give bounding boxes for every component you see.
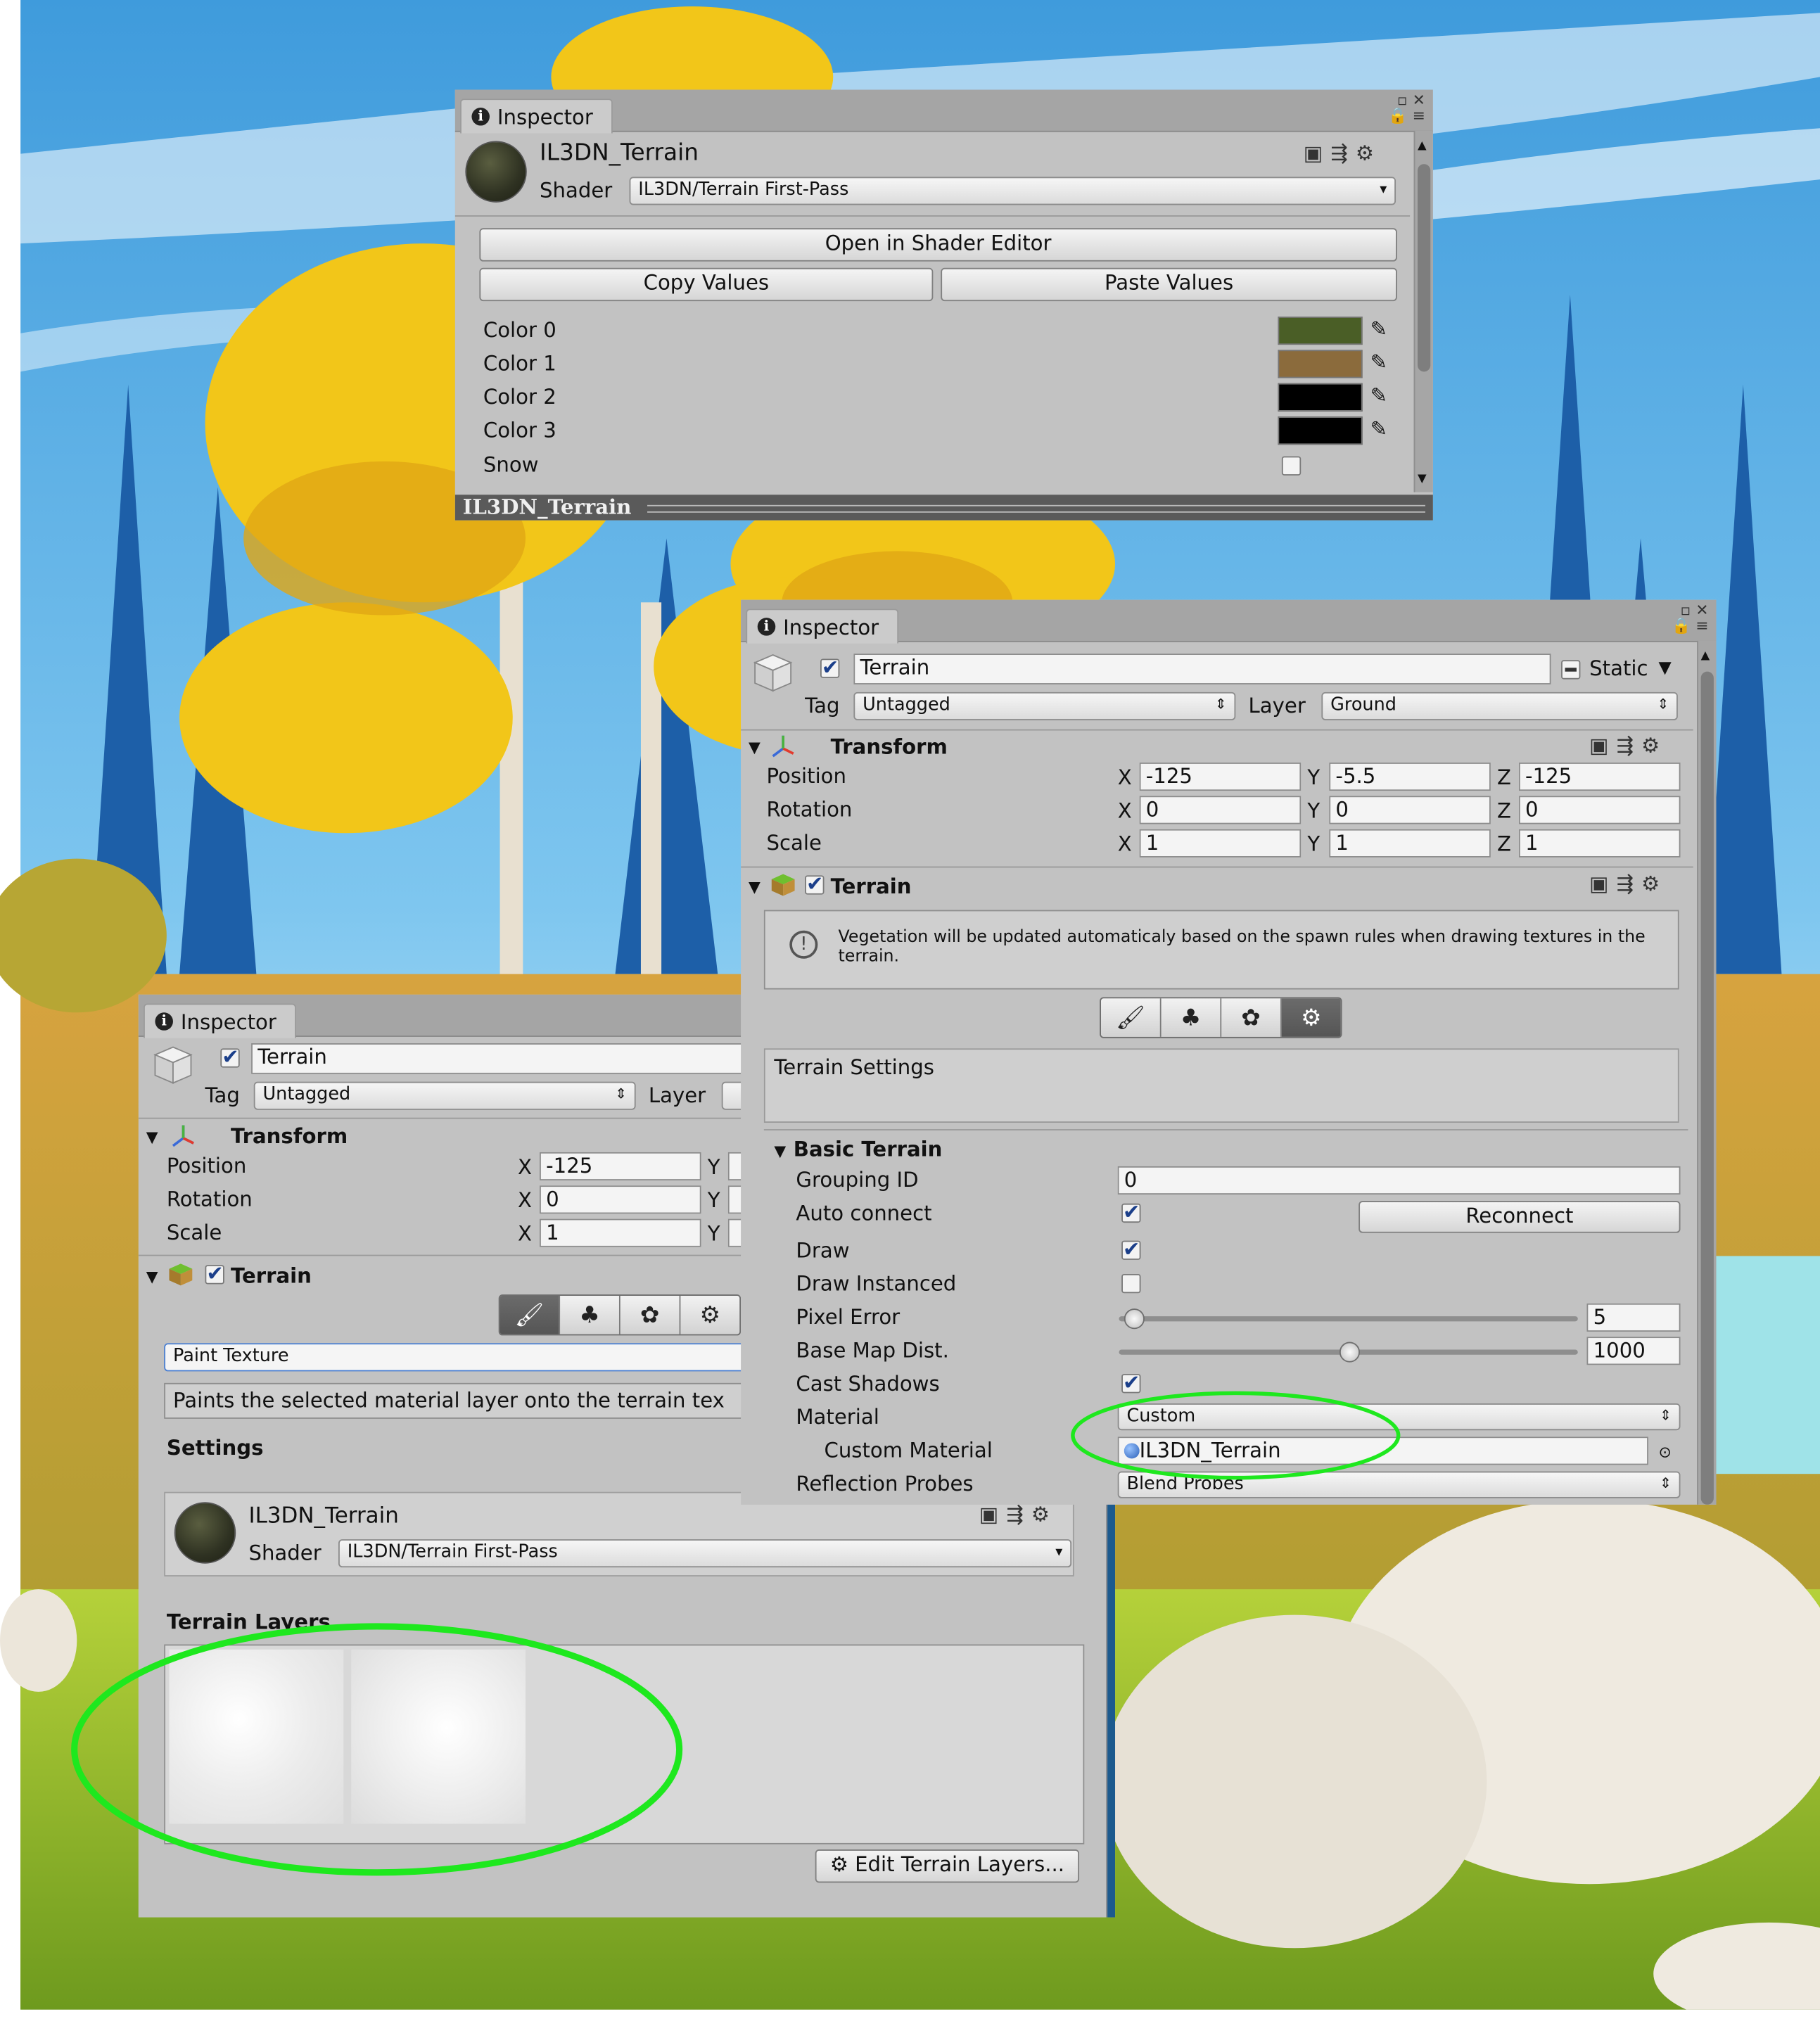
highlight-annotations <box>71 1391 1401 1876</box>
custom-material-highlight-ellipse <box>1071 1391 1401 1480</box>
terrain-layers-highlight-ellipse <box>71 1623 683 1876</box>
